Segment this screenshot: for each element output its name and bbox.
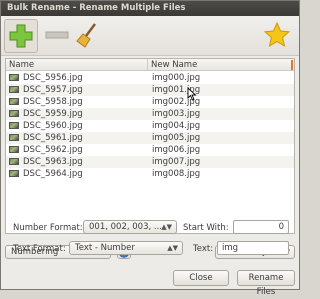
original-name-text: DSC_5958.jpg bbox=[23, 97, 83, 107]
scroll-indicator[interactable] bbox=[291, 60, 293, 70]
text-format-select[interactable]: Text - Number ▲▼ bbox=[69, 241, 183, 255]
row-original-name: DSC_5960.jpg bbox=[9, 120, 83, 132]
start-with-label: Start With: bbox=[183, 223, 229, 233]
number-format-value: 001, 002, 003, ... bbox=[89, 222, 162, 232]
table-row[interactable]: DSC_5957.jpg img001.jpg bbox=[6, 84, 294, 96]
table-row[interactable]: DSC_5960.jpg img004.jpg bbox=[6, 120, 294, 132]
row-original-name: DSC_5959.jpg bbox=[9, 108, 83, 120]
row-original-name: DSC_5962.jpg bbox=[9, 144, 83, 156]
column-header-new-name[interactable]: New Name bbox=[148, 59, 294, 71]
mouse-pointer-icon bbox=[187, 87, 197, 101]
rename-files-button[interactable]: Rename Files bbox=[237, 270, 295, 297]
table-row[interactable]: DSC_5958.jpg img002.jpg bbox=[6, 96, 294, 108]
favorite-button[interactable] bbox=[261, 19, 295, 53]
row-new-name: img008.jpg bbox=[152, 169, 201, 179]
row-new-name: img005.jpg bbox=[152, 133, 201, 143]
minus-icon bbox=[45, 31, 69, 39]
table-row[interactable]: DSC_5961.jpg img005.jpg bbox=[6, 132, 294, 144]
original-name-text: DSC_5964.jpg bbox=[23, 169, 83, 179]
table-row[interactable]: DSC_5956.jpg img000.jpg bbox=[6, 72, 294, 84]
toolbar bbox=[1, 16, 299, 56]
image-thumbnail-icon bbox=[9, 170, 19, 177]
row-original-name: DSC_5961.jpg bbox=[9, 132, 83, 144]
add-files-button[interactable] bbox=[4, 19, 38, 53]
broom-icon bbox=[76, 23, 96, 48]
original-name-text: DSC_5960.jpg bbox=[23, 121, 83, 131]
table-row[interactable]: DSC_5959.jpg img003.jpg bbox=[6, 108, 294, 120]
row-new-name: img004.jpg bbox=[152, 121, 201, 131]
row-original-name: DSC_5963.jpg bbox=[9, 156, 83, 168]
image-thumbnail-icon bbox=[9, 146, 19, 153]
image-thumbnail-icon bbox=[9, 110, 19, 117]
image-thumbnail-icon bbox=[9, 74, 19, 81]
remove-files-button[interactable] bbox=[41, 19, 75, 53]
image-thumbnail-icon bbox=[9, 134, 19, 141]
close-button[interactable]: Close bbox=[173, 270, 229, 286]
text-label: Text: bbox=[193, 244, 214, 254]
plus-icon bbox=[9, 24, 33, 48]
row-original-name: DSC_5964.jpg bbox=[9, 168, 83, 180]
row-original-name: DSC_5956.jpg bbox=[9, 72, 83, 84]
image-thumbnail-icon bbox=[9, 86, 19, 93]
table-row[interactable]: DSC_5963.jpg img007.jpg bbox=[6, 156, 294, 168]
row-original-name: DSC_5958.jpg bbox=[9, 96, 83, 108]
number-format-label: Number Format: bbox=[13, 223, 83, 233]
chevron-down-icon: ▲▼ bbox=[167, 244, 178, 252]
row-new-name: img006.jpg bbox=[152, 145, 201, 155]
text-input[interactable]: img bbox=[217, 241, 289, 255]
row-new-name: img000.jpg bbox=[152, 73, 201, 83]
row-new-name: img007.jpg bbox=[152, 157, 201, 167]
original-name-text: DSC_5961.jpg bbox=[23, 133, 83, 143]
start-with-input[interactable]: 0 bbox=[233, 220, 289, 234]
window-title: Bulk Rename - Rename Multiple Files bbox=[1, 1, 299, 16]
image-thumbnail-icon bbox=[9, 98, 19, 105]
table-row[interactable]: DSC_5962.jpg img006.jpg bbox=[6, 144, 294, 156]
image-thumbnail-icon bbox=[9, 158, 19, 165]
bulk-rename-window: Bulk Rename - Rename Multiple Files Name… bbox=[0, 0, 300, 297]
original-name-text: DSC_5959.jpg bbox=[23, 109, 83, 119]
table-header: Name New Name bbox=[6, 59, 294, 71]
original-name-text: DSC_5956.jpg bbox=[23, 73, 83, 83]
chevron-down-icon: ▲▼ bbox=[161, 223, 172, 231]
original-name-text: DSC_5962.jpg bbox=[23, 145, 83, 155]
row-new-name: img003.jpg bbox=[152, 109, 201, 119]
clear-button[interactable] bbox=[73, 19, 107, 53]
number-format-select[interactable]: 001, 002, 003, ... ▲▼ bbox=[83, 220, 177, 234]
table-row[interactable]: DSC_5964.jpg img008.jpg bbox=[6, 168, 294, 180]
file-table: Name New Name DSC_5956.jpg img000.jpg DSC_… bbox=[5, 58, 295, 234]
original-name-text: DSC_5957.jpg bbox=[23, 85, 83, 95]
row-original-name: DSC_5957.jpg bbox=[9, 84, 83, 96]
star-icon bbox=[263, 21, 291, 48]
text-format-value: Text - Number bbox=[75, 243, 135, 253]
text-format-label: Text Format: bbox=[13, 244, 66, 254]
column-header-name[interactable]: Name bbox=[6, 59, 148, 71]
image-thumbnail-icon bbox=[9, 122, 19, 129]
original-name-text: DSC_5963.jpg bbox=[23, 157, 83, 167]
